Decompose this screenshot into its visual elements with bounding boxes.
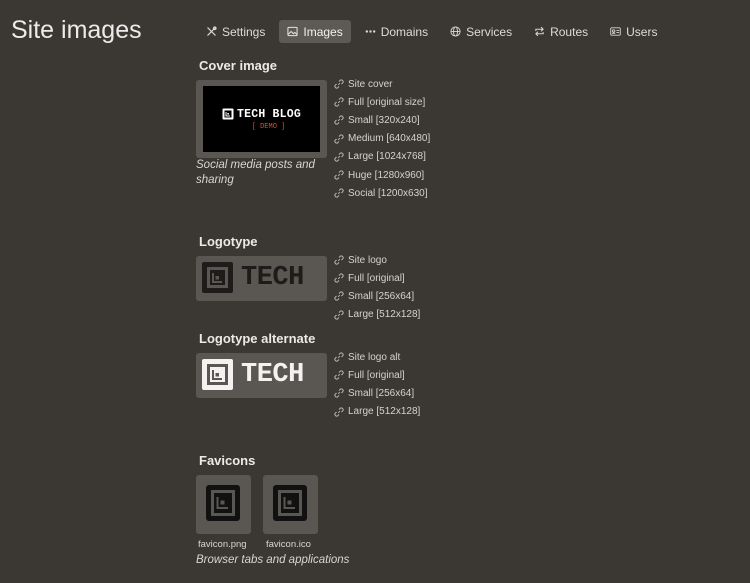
page-title: Site images [11,16,142,44]
link-icon [334,407,344,417]
globe-icon [450,26,461,37]
link-icon [334,291,344,302]
cover-section-title: Cover image [199,58,278,73]
cover-link[interactable]: Site cover [334,75,430,93]
id-card-icon [610,27,621,36]
favicon-png-label: favicon.png [198,539,247,550]
link-label: Full [original] [348,369,405,381]
cover-link[interactable]: Full [original size] [334,93,430,111]
dots-icon [365,30,376,33]
tab-services[interactable]: Services [442,20,520,43]
logotype-section-title: Logotype [199,234,258,249]
link-label: Site logo [348,254,387,266]
logotype-alt-section-title: Logotype alternate [199,331,316,346]
logotype-links: Site logo Full [original] Small [256x64]… [334,251,420,324]
arrows-icon [535,26,544,37]
tab-label: Services [466,24,513,39]
cover-link[interactable]: Large [1024x768] [334,148,430,166]
favicon-ico-thumbnail[interactable] [263,475,318,534]
cover-link[interactable]: Huge [1280x960] [334,166,430,184]
cover-thumbnail[interactable]: TECH BLOG [ DEMO ] [196,80,327,158]
logotype-alt-text: TECH [241,360,304,390]
link-icon [334,255,344,265]
link-label: Huge [1280x960] [348,169,425,181]
logo-mark-icon [202,359,233,390]
tab-images[interactable]: Images [279,20,351,43]
logotype-link[interactable]: Full [original] [334,269,420,287]
link-icon [334,115,344,126]
link-label: Full [original size] [348,96,426,108]
tab-label: Images [303,24,343,39]
link-label: Small [256x64] [348,387,415,399]
cover-preview: TECH BLOG [ DEMO ] [203,86,320,152]
wrench-icon [207,26,217,36]
tab-settings[interactable]: Settings [198,20,273,43]
cover-caption: Social media posts and sharing [196,159,315,186]
tab-domains[interactable]: Domains [357,20,436,43]
link-label: Medium [640x480] [348,133,431,145]
link-label: Site cover [348,78,393,90]
link-label: Full [original] [348,272,405,284]
link-icon [334,79,344,89]
link-icon [334,188,344,198]
logotype-alt-link[interactable]: Large [512x128] [334,403,420,421]
logotype-link[interactable]: Small [256x64] [334,287,420,305]
link-label: Large [512x128] [348,309,421,321]
link-icon [334,152,344,162]
cover-brand-text: TECH BLOG [237,107,301,121]
logotype-link[interactable]: Large [512x128] [334,306,420,324]
logotype-alt-thumbnail[interactable]: TECH [196,353,327,398]
favicons-caption: Browser tabs and applications [196,554,350,566]
link-icon [334,170,344,180]
link-label: Large [1024x768] [348,151,426,163]
link-icon [334,97,344,107]
logotype-alt-link[interactable]: Small [256x64] [334,384,420,402]
tab-users[interactable]: Users [602,20,665,43]
link-icon [334,388,344,399]
link-label: Small [320x240] [348,114,420,126]
favicon-icon [273,485,307,521]
favicons-section-title: Favicons [199,453,256,468]
image-icon [287,26,298,37]
link-icon [334,134,344,144]
cover-link[interactable]: Small [320x240] [334,111,430,129]
favicon-icon [206,485,240,521]
cover-link[interactable]: Medium [640x480] [334,130,430,148]
tab-label: Settings [222,24,266,39]
link-icon [334,352,344,362]
cover-links: Site cover Full [original size] Small [3… [334,75,430,202]
link-label: Small [256x64] [348,290,415,302]
logotype-alt-link[interactable]: Site logo alt [334,348,420,366]
link-label: Site logo alt [348,351,401,363]
favicon-ico-label: favicon.ico [266,539,311,550]
tab-label: Domains [380,24,429,39]
cover-link[interactable]: Social [1200x630] [334,184,430,202]
tab-label: Routes [550,24,589,39]
cover-demo-text: [ DEMO ] [251,122,286,131]
tab-routes[interactable]: Routes [526,20,596,43]
logotype-thumbnail[interactable]: TECH [196,256,327,301]
link-icon [334,370,344,380]
link-icon [334,310,344,320]
tab-label: Users [626,24,658,39]
logotype-link[interactable]: Site logo [334,251,420,269]
link-label: Social [1200x630] [348,187,428,199]
favicon-png-thumbnail[interactable] [196,475,251,534]
logo-mark-icon [202,262,233,293]
logotype-alt-link[interactable]: Full [original] [334,366,420,384]
link-icon [334,273,344,283]
logo-mark-icon [222,108,234,120]
logotype-text: TECH [241,263,304,293]
link-label: Large [512x128] [348,406,421,418]
logotype-alt-links: Site logo alt Full [original] Small [256… [334,348,420,421]
top-nav: Settings Images Domains Services Routes … [198,20,671,43]
